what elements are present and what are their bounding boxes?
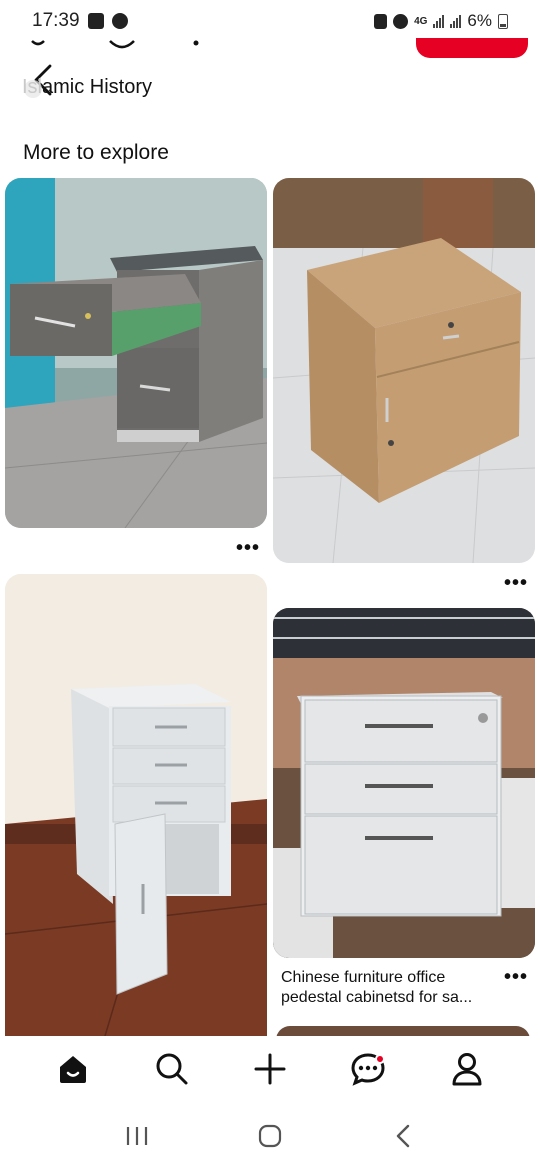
pin-image bbox=[273, 608, 535, 958]
signal-icon bbox=[433, 14, 445, 28]
create-plus-icon bbox=[254, 1053, 286, 1085]
network-type: 4G bbox=[414, 15, 428, 27]
board-title[interactable]: Isl amic History bbox=[22, 76, 152, 99]
home-icon bbox=[60, 1056, 87, 1083]
pin-caption-line1: Chinese furniture office bbox=[281, 969, 446, 986]
gallery-icon bbox=[87, 13, 104, 29]
nav-messages[interactable] bbox=[343, 1044, 393, 1094]
bottom-nav bbox=[0, 1036, 540, 1102]
pin-image bbox=[5, 178, 267, 528]
pin-card[interactable] bbox=[273, 178, 535, 563]
board-title-text: amic History bbox=[42, 76, 153, 98]
pin-image bbox=[273, 178, 535, 563]
nav-home[interactable] bbox=[48, 1044, 98, 1094]
nav-profile[interactable] bbox=[442, 1044, 492, 1094]
battery-icon bbox=[498, 13, 508, 29]
profile-icon bbox=[452, 1053, 482, 1086]
clipped-icons bbox=[31, 40, 199, 49]
system-back-button[interactable] bbox=[379, 1112, 427, 1160]
status-time: 17:39 bbox=[32, 10, 80, 31]
battery-percent: 6% bbox=[467, 11, 492, 30]
pin-caption[interactable]: Chinese furniture office pedestal cabine… bbox=[281, 968, 496, 1008]
pin-card[interactable] bbox=[5, 178, 267, 528]
battery-saver-icon bbox=[374, 13, 388, 29]
more-options-button[interactable]: ••• bbox=[504, 966, 528, 989]
recent-apps-icon bbox=[126, 1127, 147, 1145]
signal-icon bbox=[450, 14, 462, 28]
search-icon bbox=[156, 1053, 188, 1085]
alarm-icon bbox=[393, 13, 409, 29]
nav-create[interactable] bbox=[245, 1044, 295, 1094]
pin-image bbox=[5, 574, 267, 1036]
more-options-button[interactable]: ••• bbox=[236, 537, 260, 560]
nav-search[interactable] bbox=[147, 1044, 197, 1094]
section-title: More to explore bbox=[23, 141, 169, 164]
pin-caption-line2: pedestal cabinetsd for sa... bbox=[281, 989, 473, 1006]
back-icon bbox=[397, 1124, 410, 1148]
scrolled-content-edge bbox=[0, 38, 540, 50]
recent-apps-button[interactable] bbox=[113, 1112, 161, 1160]
pin-card[interactable] bbox=[5, 574, 267, 1036]
pin-card[interactable] bbox=[273, 608, 535, 958]
home-button[interactable] bbox=[246, 1112, 294, 1160]
status-bar: 17:39 4G 6% bbox=[0, 0, 540, 42]
system-nav bbox=[0, 1102, 540, 1170]
more-options-button[interactable]: ••• bbox=[504, 572, 528, 595]
home-button-icon bbox=[258, 1124, 282, 1148]
chat-bubble-icon bbox=[111, 13, 128, 29]
board-title-faded: Isl bbox=[22, 76, 42, 98]
